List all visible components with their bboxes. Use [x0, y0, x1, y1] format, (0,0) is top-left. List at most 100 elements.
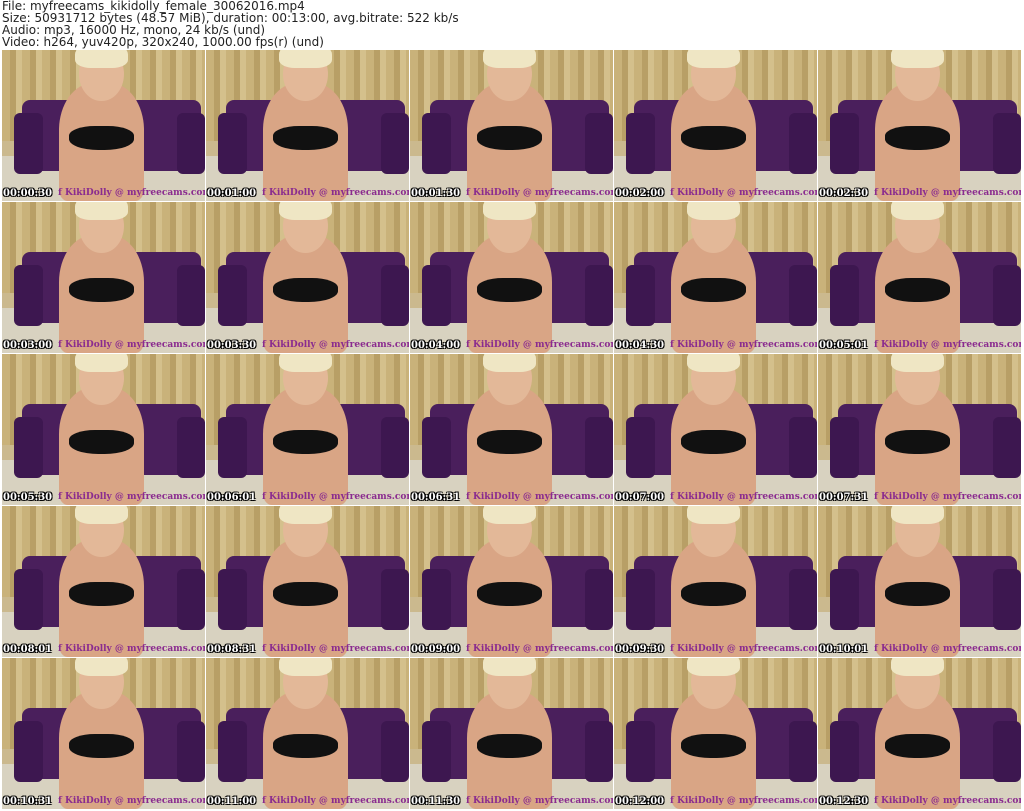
watermark: f KikiDolly @ myfreecams.com: [874, 188, 1021, 198]
person-hair: [483, 506, 536, 525]
sofa-arm: [830, 113, 859, 174]
sofa-arm: [788, 569, 817, 630]
video-thumbnail: f KikiDolly @ myfreecams.com 00:10:31: [2, 658, 205, 809]
watermark: f KikiDolly @ myfreecams.com: [58, 644, 205, 654]
sofa-arm: [584, 417, 613, 478]
watermark: f KikiDolly @ myfreecams.com: [466, 340, 613, 350]
person-hair: [891, 506, 944, 525]
black-top: [884, 125, 950, 150]
person-hair: [483, 50, 536, 69]
timestamp: 00:11:30: [411, 796, 461, 807]
sofa-arm: [422, 417, 451, 478]
timestamp: 00:02:00: [615, 188, 665, 199]
video-thumbnail: f KikiDolly @ myfreecams.com 00:03:30: [206, 202, 409, 353]
timestamp: 00:02:30: [819, 188, 869, 199]
sofa-arm: [14, 721, 43, 782]
watermark: f KikiDolly @ myfreecams.com: [58, 340, 205, 350]
black-top: [680, 125, 746, 150]
person-hair: [687, 50, 740, 69]
watermark: f KikiDolly @ myfreecams.com: [466, 188, 613, 198]
sofa-arm: [788, 265, 817, 326]
person-hair: [687, 506, 740, 525]
watermark: f KikiDolly @ myfreecams.com: [670, 644, 817, 654]
sofa-arm: [380, 417, 409, 478]
person-hair: [687, 202, 740, 221]
black-top: [476, 277, 542, 302]
timestamp: 00:08:31: [207, 644, 257, 655]
timestamp: 00:00:30: [3, 188, 53, 199]
video-thumbnail: f KikiDolly @ myfreecams.com 00:08:01: [2, 506, 205, 657]
black-top: [884, 277, 950, 302]
person-hair: [891, 658, 944, 677]
timestamp: 00:05:30: [3, 492, 53, 503]
video-thumbnail: f KikiDolly @ myfreecams.com 00:10:01: [818, 506, 1021, 657]
person-hair: [687, 354, 740, 373]
sofa-arm: [830, 721, 859, 782]
watermark: f KikiDolly @ myfreecams.com: [262, 188, 409, 198]
watermark: f KikiDolly @ myfreecams.com: [874, 644, 1021, 654]
black-top: [884, 733, 950, 758]
video-thumbnail: f KikiDolly @ myfreecams.com 00:00:30: [2, 50, 205, 201]
black-top: [272, 733, 338, 758]
sofa-arm: [176, 265, 205, 326]
timestamp: 00:10:01: [819, 644, 869, 655]
sofa-arm: [830, 417, 859, 478]
timestamp: 00:11:00: [207, 796, 257, 807]
video-thumbnail: f KikiDolly @ myfreecams.com 00:05:30: [2, 354, 205, 505]
sofa-arm: [626, 265, 655, 326]
person-hair: [483, 202, 536, 221]
sofa-arm: [626, 113, 655, 174]
sofa-arm: [14, 417, 43, 478]
sofa-arm: [992, 417, 1021, 478]
person-hair: [279, 354, 332, 373]
sofa-arm: [626, 721, 655, 782]
sofa-arm: [176, 569, 205, 630]
watermark: f KikiDolly @ myfreecams.com: [262, 492, 409, 502]
sofa-arm: [14, 265, 43, 326]
sofa-arm: [14, 569, 43, 630]
person-hair: [75, 658, 128, 677]
sofa-arm: [992, 569, 1021, 630]
video-thumbnail: f KikiDolly @ myfreecams.com 00:07:00: [614, 354, 817, 505]
black-top: [272, 429, 338, 454]
black-top: [68, 733, 134, 758]
thumbnail-grid: f KikiDolly @ myfreecams.com 00:00:30 f Ki…: [2, 50, 1021, 809]
person-hair: [483, 658, 536, 677]
watermark: f KikiDolly @ myfreecams.com: [670, 796, 817, 806]
watermark: f KikiDolly @ myfreecams.com: [262, 796, 409, 806]
sofa-arm: [788, 417, 817, 478]
timestamp: 00:04:00: [411, 340, 461, 351]
sofa-arm: [422, 569, 451, 630]
person-hair: [279, 506, 332, 525]
black-top: [476, 733, 542, 758]
watermark: f KikiDolly @ myfreecams.com: [874, 340, 1021, 350]
video-thumbnail: f KikiDolly @ myfreecams.com 00:11:30: [410, 658, 613, 809]
timestamp: 00:10:31: [3, 796, 53, 807]
sofa-arm: [218, 417, 247, 478]
video-thumbnail: f KikiDolly @ myfreecams.com 00:01:30: [410, 50, 613, 201]
video-thumbnail: f KikiDolly @ myfreecams.com 00:06:31: [410, 354, 613, 505]
person-hair: [75, 202, 128, 221]
video-thumbnail: f KikiDolly @ myfreecams.com 00:09:30: [614, 506, 817, 657]
video-thumbnail: f KikiDolly @ myfreecams.com 00:05:01: [818, 202, 1021, 353]
video-thumbnail: f KikiDolly @ myfreecams.com 00:12:30: [818, 658, 1021, 809]
watermark: f KikiDolly @ myfreecams.com: [670, 340, 817, 350]
timestamp: 00:07:31: [819, 492, 869, 503]
black-top: [272, 277, 338, 302]
sofa-arm: [584, 265, 613, 326]
sofa-arm: [422, 265, 451, 326]
sofa-arm: [584, 113, 613, 174]
video-thumbnail: f KikiDolly @ myfreecams.com 00:01:00: [206, 50, 409, 201]
black-top: [680, 581, 746, 606]
black-top: [680, 429, 746, 454]
black-top: [884, 581, 950, 606]
sofa-arm: [176, 721, 205, 782]
sofa-arm: [992, 113, 1021, 174]
black-top: [680, 733, 746, 758]
black-top: [68, 277, 134, 302]
sofa-arm: [380, 721, 409, 782]
watermark: f KikiDolly @ myfreecams.com: [466, 796, 613, 806]
sofa-arm: [176, 417, 205, 478]
black-top: [476, 429, 542, 454]
timestamp: 00:01:30: [411, 188, 461, 199]
